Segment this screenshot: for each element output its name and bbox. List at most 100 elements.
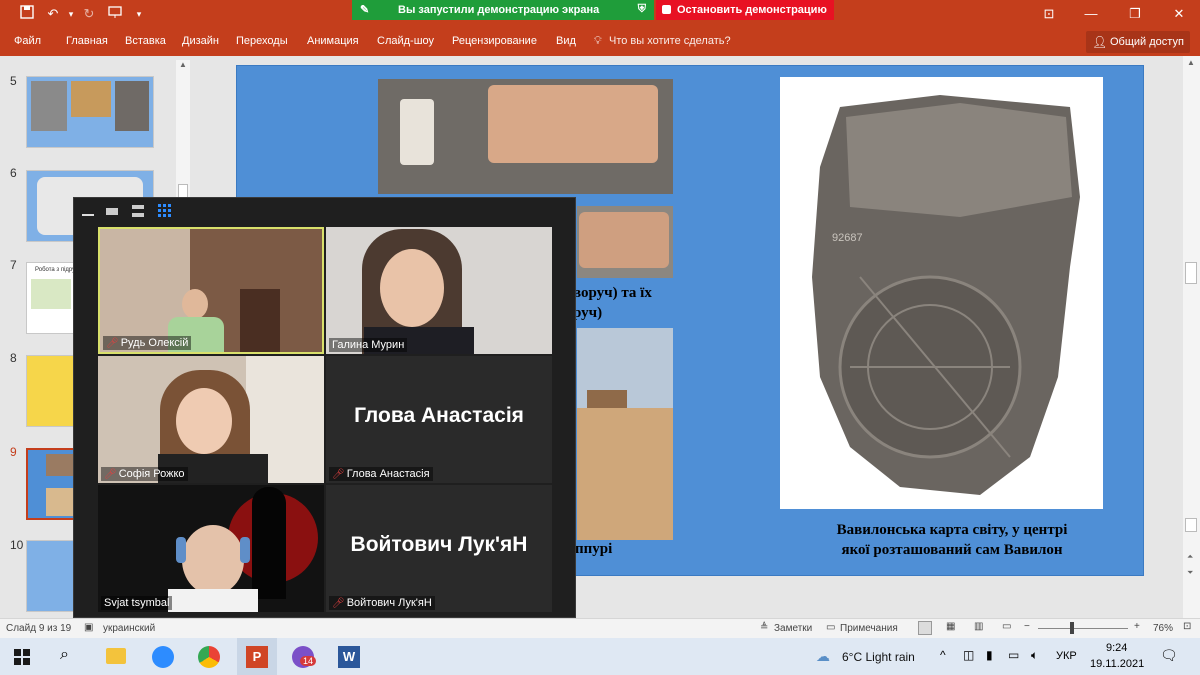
ribbon-display-icon[interactable]: ⊡ — [1040, 5, 1058, 23]
scroll-up-icon[interactable]: ▲ — [1187, 58, 1195, 67]
next-slide-icon[interactable]: ⏷ — [1187, 568, 1193, 578]
tab-slideshow[interactable]: Слайд-шоу — [377, 35, 434, 47]
weather-icon: ☁ — [816, 648, 830, 664]
fit-slide-icon[interactable]: ⊡ — [1183, 621, 1191, 632]
slide-number: 7 — [10, 258, 17, 272]
slideshow-icon[interactable]: ▭ — [1002, 621, 1011, 632]
participant-tile[interactable]: 🎤︎ Рудь Олексій — [98, 227, 324, 354]
share-label: Общий доступ — [1110, 36, 1184, 48]
gallery-view-icon[interactable] — [158, 204, 172, 218]
scrollbar-thumb[interactable] — [1185, 262, 1197, 284]
zoom-app-icon[interactable] — [152, 646, 174, 668]
language-indicator-taskbar[interactable]: УКР — [1056, 650, 1077, 662]
participant-name-placeholder: Войтович Лук'яН — [350, 533, 528, 556]
headphones-icon — [176, 537, 186, 563]
slide-scrollbar[interactable]: ▲ ⏶ ⏷ — [1183, 56, 1200, 618]
tab-insert[interactable]: Вставка — [125, 35, 166, 47]
pin-icon[interactable]: ✎ — [360, 3, 369, 16]
undo-dropdown-icon[interactable]: ▾ — [62, 5, 80, 23]
notes-button[interactable]: Заметки — [774, 623, 812, 634]
participant-face — [182, 525, 244, 595]
normal-view-icon[interactable] — [918, 621, 932, 635]
participant-face — [182, 289, 208, 319]
weather-text[interactable]: 6°C Light rain — [842, 650, 915, 664]
notes-icon: ≜ — [760, 622, 769, 633]
participant-tile[interactable]: 🎤︎ Софія Рожко — [98, 356, 324, 483]
slide-sorter-icon[interactable]: ▦ — [946, 621, 955, 632]
tab-home[interactable]: Главная — [66, 35, 108, 47]
stop-share-button[interactable]: Остановить демонстрацию — [656, 0, 834, 20]
stop-share-label: Остановить демонстрацию — [677, 4, 827, 16]
minimize-icon[interactable]: — — [1082, 5, 1100, 23]
screen-share-message: Вы запустили демонстрацию экрана — [398, 4, 600, 16]
close-icon[interactable]: ✕ — [1170, 5, 1188, 23]
redo-icon[interactable]: ↻ — [80, 5, 98, 23]
language-indicator[interactable]: украинский — [103, 623, 155, 634]
tab-animations[interactable]: Анимация — [307, 35, 359, 47]
strip-view-icon[interactable] — [132, 205, 144, 217]
undo-icon[interactable]: ↶ — [44, 5, 62, 23]
tab-transitions[interactable]: Переходы — [236, 35, 288, 47]
participant-label: 🎤︎ Войтович Лук'яН — [329, 596, 435, 610]
volume-icon[interactable]: 🔈︎ — [1031, 648, 1038, 663]
screen-share-banner: ✎ Вы запустили демонстрацию экрана ⛨ — [352, 0, 654, 20]
tab-review[interactable]: Рецензирование — [452, 35, 537, 47]
speaker-view-icon[interactable] — [106, 208, 118, 215]
zoom-meeting-window[interactable]: 🎤︎ Рудь Олексій Галина Мурин 🎤︎ Софія Рожк… — [73, 197, 576, 618]
participant-tile[interactable]: Глова Анастасія 🎤︎ Глова Анастасія — [326, 356, 552, 483]
babylonian-map-image: 92687 — [780, 77, 1103, 509]
participant-tile[interactable]: Войтович Лук'яН 🎤︎ Войтович Лук'яН — [326, 485, 552, 612]
windows-start-icon[interactable] — [14, 649, 30, 665]
scrollbar-thumb-lower[interactable] — [1185, 518, 1197, 532]
zoom-slider[interactable] — [1038, 628, 1128, 629]
tab-design[interactable]: Дизайн — [182, 35, 219, 47]
seal-impression-image — [577, 206, 673, 278]
show-hidden-icons[interactable]: ^ — [940, 648, 946, 662]
participant-tile[interactable]: Svjat tsymbal — [98, 485, 324, 612]
participant-label: 🎤︎ Рудь Олексій — [103, 336, 192, 350]
lightbulb-icon: 💡︎ — [594, 35, 602, 47]
zoom-slider-thumb[interactable] — [1070, 622, 1074, 634]
thumbnail-slide-5[interactable] — [26, 76, 154, 148]
zoom-in-icon[interactable]: + — [1134, 621, 1140, 632]
zoom-level[interactable]: 76% — [1153, 623, 1173, 634]
tab-view[interactable]: Вид — [556, 35, 576, 47]
slide-counter: Слайд 9 из 19 — [6, 623, 72, 634]
file-explorer-icon[interactable] — [106, 648, 126, 664]
muted-mic-icon: 🎤︎ — [332, 598, 345, 609]
person-icon: 👤︎ — [1092, 35, 1108, 49]
clock-time[interactable]: 9:24 — [1106, 642, 1127, 654]
customize-toolbar-icon[interactable]: ▾ — [130, 5, 148, 23]
slide-number: 5 — [10, 74, 17, 88]
save-icon[interactable] — [18, 5, 36, 23]
taskbar: ⌕ P 14 W ☁ 6°C Light rain ^ ◫ ▮ ▭ 🔈︎ УКР… — [0, 638, 1200, 675]
clock-date[interactable]: 19.11.2021 — [1090, 658, 1144, 670]
search-icon[interactable]: ⌕ — [60, 646, 69, 664]
spellcheck-icon[interactable]: ▣ — [84, 622, 93, 633]
ribbon-tabs: Файл Главная Вставка Дизайн Переходы Ани… — [0, 28, 1200, 56]
restore-icon[interactable]: ❐ — [1126, 5, 1144, 23]
chrome-icon[interactable] — [198, 646, 220, 668]
minimize-view-icon[interactable] — [82, 206, 94, 216]
share-button[interactable]: 👤︎ Общий доступ — [1086, 31, 1190, 53]
notifications-icon[interactable]: 🗨︎ — [1160, 647, 1178, 664]
present-icon[interactable] — [106, 5, 124, 23]
microphone-icon[interactable]: ▮ — [986, 648, 993, 662]
tell-me-search[interactable]: Что вы хотите сделать? — [609, 35, 731, 47]
comments-button[interactable]: Примечания — [840, 623, 898, 634]
tab-file[interactable]: Файл — [14, 35, 41, 47]
notification-badge: 14 — [300, 656, 317, 666]
participant-tile[interactable]: Галина Мурин — [326, 227, 552, 354]
muted-mic-icon: 🎤︎ — [106, 338, 119, 349]
previous-slide-icon[interactable]: ⏶ — [1187, 552, 1193, 562]
powerpoint-taskbar-button[interactable]: P — [237, 638, 277, 675]
slide-number: 8 — [10, 351, 17, 365]
caption-left-line1: воруч) та їх — [573, 285, 652, 301]
meet-now-icon[interactable]: ◫ — [963, 648, 974, 662]
participant-label: Svjat tsymbal — [101, 596, 173, 610]
reading-view-icon[interactable]: ▥ — [974, 621, 983, 632]
battery-icon[interactable]: ▭ — [1008, 648, 1019, 662]
zoom-out-icon[interactable]: − — [1024, 621, 1030, 632]
scroll-up-icon[interactable]: ▲ — [179, 60, 187, 69]
word-icon[interactable]: W — [338, 646, 360, 668]
